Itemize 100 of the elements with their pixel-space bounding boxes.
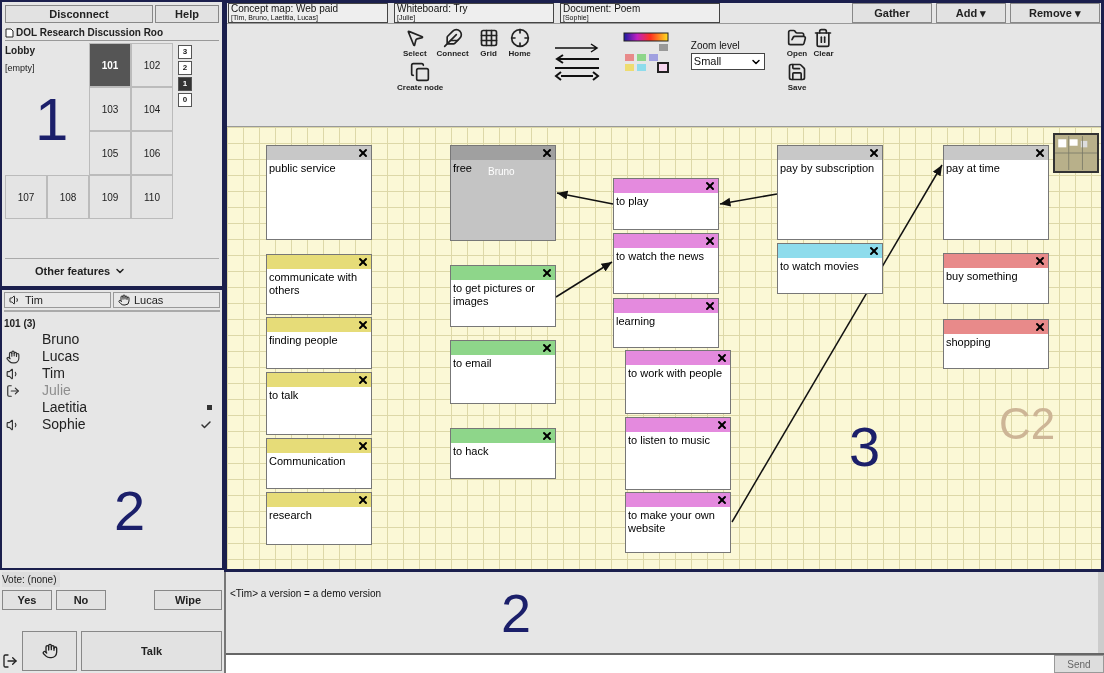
node-header[interactable] xyxy=(614,299,718,313)
concept-node[interactable]: pay by subscription xyxy=(777,145,883,240)
concept-node[interactable]: pay at time xyxy=(943,145,1049,240)
concept-node[interactable]: to hack xyxy=(450,428,556,479)
node-header[interactable] xyxy=(451,341,555,355)
concept-node[interactable]: buy something xyxy=(943,253,1049,304)
close-icon[interactable] xyxy=(541,342,553,354)
room-tile[interactable]: 105 xyxy=(89,131,131,175)
arrow-styles-icon[interactable] xyxy=(552,42,601,82)
node-header[interactable] xyxy=(614,234,718,248)
lobby-area[interactable]: Lobby [empty] 1 xyxy=(5,43,89,175)
concept-node[interactable]: research xyxy=(266,492,372,545)
user-tab[interactable]: Tim xyxy=(4,292,111,308)
no-button[interactable]: No xyxy=(56,590,106,610)
floor-button[interactable]: 3 xyxy=(178,45,192,59)
node-header[interactable] xyxy=(778,146,882,160)
color-palette-icon[interactable] xyxy=(622,32,669,74)
floor-button[interactable]: 0 xyxy=(178,93,192,107)
concept-node[interactable]: to make your own website xyxy=(625,492,731,553)
node-header[interactable] xyxy=(267,493,371,507)
concept-node[interactable]: to get pictures or images xyxy=(450,265,556,327)
close-icon[interactable] xyxy=(868,147,880,159)
create-node-button[interactable]: Create node xyxy=(397,62,444,94)
concept-node[interactable]: free Bruno xyxy=(450,145,556,241)
minimap-icon[interactable] xyxy=(1053,133,1099,173)
close-icon[interactable] xyxy=(868,245,880,257)
close-icon[interactable] xyxy=(357,440,369,452)
close-icon[interactable] xyxy=(716,494,728,506)
tool-button[interactable]: Connect xyxy=(436,28,469,60)
node-header[interactable] xyxy=(778,244,882,258)
concept-node[interactable]: communicate with others xyxy=(266,254,372,315)
zoom-select[interactable]: Small xyxy=(690,53,765,70)
raise-hand-button[interactable] xyxy=(22,631,77,671)
concept-node[interactable]: shopping xyxy=(943,319,1049,369)
close-icon[interactable] xyxy=(541,147,553,159)
node-header[interactable] xyxy=(267,255,371,269)
concept-node[interactable]: Communication xyxy=(266,438,372,489)
close-icon[interactable] xyxy=(541,267,553,279)
concept-node[interactable]: to listen to music xyxy=(625,417,731,490)
add-button[interactable]: Add ▾ xyxy=(936,3,1006,23)
file-button[interactable]: Save xyxy=(786,62,808,94)
concept-node[interactable]: public service xyxy=(266,145,372,240)
room-tile[interactable]: 106 xyxy=(131,131,173,175)
send-button[interactable]: Send xyxy=(1054,655,1104,673)
tool-button[interactable]: Select xyxy=(403,28,427,60)
room-tile[interactable]: 102 xyxy=(131,43,173,87)
node-header[interactable] xyxy=(267,439,371,453)
talk-button[interactable]: Talk xyxy=(81,631,222,671)
node-header[interactable] xyxy=(614,179,718,193)
concept-node[interactable]: to work with people xyxy=(625,350,731,414)
room-tile[interactable]: 101 xyxy=(89,43,131,87)
concept-node[interactable]: to watch the news xyxy=(613,233,719,294)
room-tile[interactable]: 109 xyxy=(89,175,131,219)
node-header[interactable] xyxy=(944,146,1048,160)
user-tab[interactable]: Lucas xyxy=(113,292,220,308)
node-header[interactable] xyxy=(267,318,371,332)
close-icon[interactable] xyxy=(704,180,716,192)
tool-button[interactable]: Home xyxy=(508,28,531,60)
node-header[interactable] xyxy=(626,351,730,365)
file-button[interactable]: Open xyxy=(786,28,808,60)
concept-node[interactable]: learning xyxy=(613,298,719,348)
node-header[interactable] xyxy=(626,493,730,507)
close-icon[interactable] xyxy=(541,430,553,442)
concept-node[interactable]: finding people xyxy=(266,317,372,369)
remove-button[interactable]: Remove ▾ xyxy=(1010,3,1100,23)
close-icon[interactable] xyxy=(1034,255,1046,267)
yes-button[interactable]: Yes xyxy=(2,590,52,610)
node-header[interactable] xyxy=(267,373,371,387)
node-header[interactable] xyxy=(267,146,371,160)
close-icon[interactable] xyxy=(357,319,369,331)
room-tile[interactable]: 110 xyxy=(131,175,173,219)
concept-node[interactable]: to talk xyxy=(266,372,372,435)
close-icon[interactable] xyxy=(704,300,716,312)
close-icon[interactable] xyxy=(357,374,369,386)
close-icon[interactable] xyxy=(1034,147,1046,159)
close-icon[interactable] xyxy=(704,235,716,247)
close-icon[interactable] xyxy=(357,147,369,159)
close-icon[interactable] xyxy=(716,352,728,364)
concept-node[interactable]: to watch movies xyxy=(777,243,883,294)
exit-icon[interactable] xyxy=(2,653,18,669)
close-icon[interactable] xyxy=(1034,321,1046,333)
gather-button[interactable]: Gather xyxy=(852,3,932,23)
node-header[interactable] xyxy=(451,429,555,443)
chat-input[interactable] xyxy=(226,655,1054,673)
tool-button[interactable]: Grid xyxy=(478,28,499,60)
concept-node[interactable]: to play xyxy=(613,178,719,230)
node-header[interactable] xyxy=(944,254,1048,268)
wipe-button[interactable]: Wipe xyxy=(154,590,222,610)
file-button[interactable]: Clear xyxy=(813,28,834,60)
concept-node[interactable]: to email xyxy=(450,340,556,404)
other-features-menu[interactable]: Other features xyxy=(35,262,127,279)
node-header[interactable] xyxy=(451,146,555,160)
node-header[interactable] xyxy=(626,418,730,432)
room-tile[interactable]: 103 xyxy=(89,87,131,131)
node-header[interactable] xyxy=(944,320,1048,334)
room-tile[interactable]: 107 xyxy=(5,175,47,219)
floor-button[interactable]: 2 xyxy=(178,61,192,75)
room-tile[interactable]: 108 xyxy=(47,175,89,219)
disconnect-button[interactable]: Disconnect xyxy=(5,5,153,23)
floor-button[interactable]: 1 xyxy=(178,77,192,91)
